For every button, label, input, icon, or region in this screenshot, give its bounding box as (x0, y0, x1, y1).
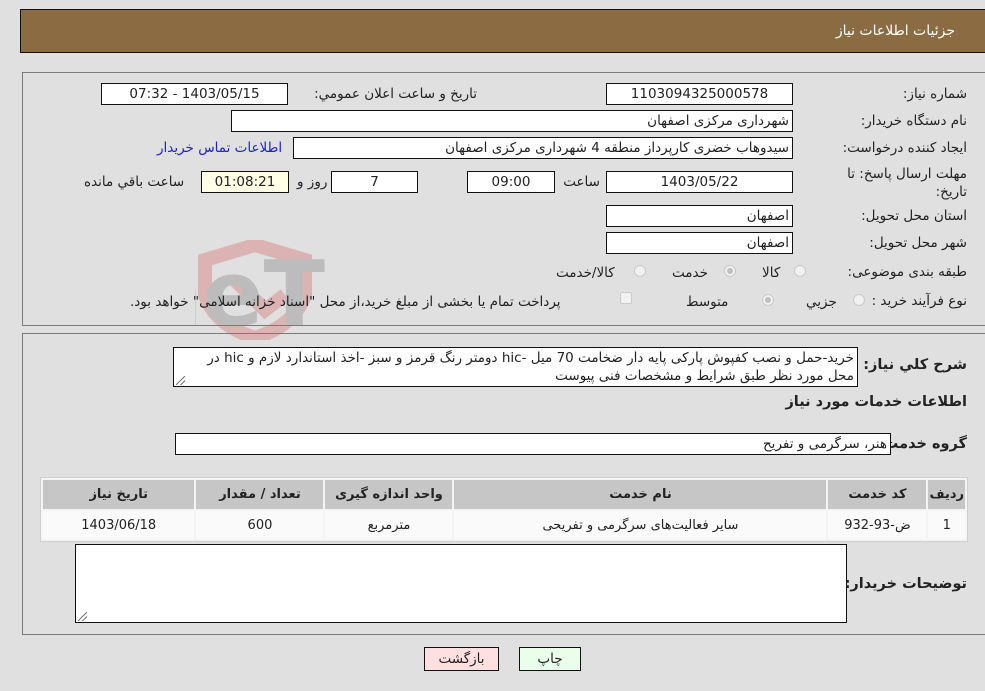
buyer-contact-link[interactable]: اطلاعات تماس خريدار (157, 140, 282, 156)
deadline-time-field[interactable]: 09:00 (467, 171, 555, 193)
service-group-field[interactable]: هنر، سرگرمی و تفریح (175, 433, 891, 455)
col-quantity: تعداد / مقدار (196, 480, 324, 509)
table-row: 1 ض-93-932 سایر فعالیت‌های سرگرمی و تفری… (43, 511, 965, 539)
services-table: رديف کد خدمت نام خدمت واحد اندازه گيری ت… (40, 477, 968, 542)
time-remaining-field: 01:08:21 (201, 171, 289, 193)
category-option-service: خدمت (672, 265, 708, 281)
delivery-province-label: استان محل تحويل: (861, 208, 967, 224)
purchase-radio-medium[interactable] (762, 294, 774, 306)
description-textarea[interactable]: خرید-حمل و نصب کفپوش پارکی پایه دار ضخام… (173, 347, 858, 387)
back-button[interactable]: بازگشت (424, 647, 499, 671)
announce-datetime-label: تاريخ و ساعت اعلان عمومي: (314, 86, 477, 102)
treasury-checkbox[interactable] (620, 292, 632, 304)
service-group-label: گروه خدمت: (877, 436, 967, 452)
purchase-option-minor: جزيي (806, 294, 837, 310)
page-title: جزئیات اطلاعات نیاز (835, 23, 955, 39)
print-button[interactable]: چاپ (519, 647, 581, 671)
resize-handle-icon[interactable] (78, 612, 87, 621)
cell-quantity: 600 (196, 511, 324, 539)
category-radio-goods-service[interactable] (634, 265, 646, 277)
deadline-date-field[interactable]: 1403/05/22 (606, 171, 793, 193)
resize-handle-icon[interactable] (176, 376, 185, 385)
cell-name: سایر فعالیت‌های سرگرمی و تفریحی (454, 511, 827, 539)
col-row: رديف (928, 480, 965, 509)
category-option-goods-service: کالا/خدمت (556, 265, 615, 281)
col-code: کد خدمت (828, 480, 927, 509)
days-remaining-field[interactable]: 7 (331, 171, 418, 193)
announce-datetime-field[interactable]: 1403/05/15 - 07:32 (101, 83, 288, 105)
purchase-type-label: نوع فرآيند خريد : (871, 293, 967, 309)
buyer-notes-label: توضيحات خريدار: (844, 576, 967, 592)
description-label: شرح کلي نياز: (863, 357, 967, 373)
col-unit: واحد اندازه گيری (325, 480, 453, 509)
need-number-field[interactable]: 1103094325000578 (606, 83, 793, 105)
services-table-header: رديف کد خدمت نام خدمت واحد اندازه گيری ت… (43, 480, 965, 509)
category-radio-service[interactable] (724, 265, 736, 277)
cell-row: 1 (928, 511, 965, 539)
deadline-label: مهلت ارسال پاسخ: تا تاريخ: (847, 166, 967, 200)
delivery-city-label: شهر محل تحويل: (869, 235, 967, 251)
category-option-goods: کالا (762, 265, 781, 281)
category-label: طبقه بندی موضوعی: (847, 264, 967, 280)
description-text: خرید-حمل و نصب کفپوش پارکی پایه دار ضخام… (207, 350, 854, 384)
cell-date: 1403/06/18 (43, 511, 195, 539)
purchase-radio-minor[interactable] (853, 294, 865, 306)
days-label: روز و (297, 174, 328, 190)
buyer-org-label: نام دستگاه خريدار: (860, 113, 967, 129)
buyer-notes-textarea[interactable] (75, 544, 847, 623)
col-date: تاريخ نياز (43, 480, 195, 509)
need-number-label: شماره نیاز: (902, 86, 967, 102)
delivery-province-field[interactable]: اصفهان (606, 205, 793, 227)
cell-code: ض-93-932 (828, 511, 927, 539)
page-header: جزئیات اطلاعات نیاز (20, 9, 985, 53)
delivery-city-field[interactable]: اصفهان (606, 232, 793, 254)
deadline-time-label: ساعت (563, 174, 600, 190)
services-section-title: اطلاعات خدمات مورد نياز (785, 394, 967, 410)
time-remaining-label: ساعت باقي مانده (84, 174, 185, 190)
cell-unit: مترمربع (325, 511, 453, 539)
category-radio-goods[interactable] (794, 265, 806, 277)
requester-field[interactable]: سیدوهاب خضری کارپرداز منطقه 4 شهرداری مر… (293, 137, 793, 159)
requester-label: ايجاد کننده درخواست: (842, 140, 967, 156)
col-name: نام خدمت (454, 480, 827, 509)
treasury-note: پرداخت تمام يا بخشی از مبلغ خريد،از محل … (130, 294, 561, 310)
buyer-org-field[interactable]: شهرداری مرکزی اصفهان (231, 110, 793, 132)
purchase-option-medium: متوسط (686, 294, 729, 310)
